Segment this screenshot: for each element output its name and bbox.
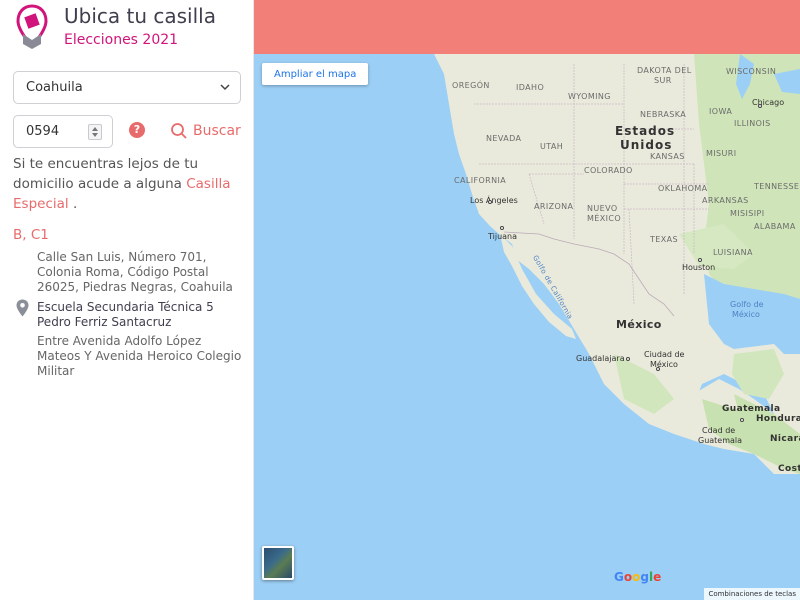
location-pin-icon [16,299,29,317]
city-dot [698,258,702,262]
map-label: TEXAS [650,235,678,244]
app-title: Ubica tu casilla [64,4,216,28]
map-label: México [650,360,678,369]
map-label: MISISIPI [730,209,765,218]
map-label-water: México [732,310,760,319]
map-label: MISURI [706,149,737,158]
map-label-country: Costa [778,464,800,474]
map-label: Houston [682,263,716,272]
city-dot [740,418,744,422]
map-label: Ciudad de [644,350,685,359]
map-label: CALIFORNIA [454,176,507,185]
special-booth-end: . [72,196,78,212]
map-label: Guatemala [698,436,743,445]
ballot-pin-logo [16,4,48,49]
map-label: ALABAMA [754,222,796,231]
google-logo: Google [614,570,661,584]
map-label: ARKANSAS [702,196,749,205]
city-dot [500,226,504,230]
city-dot [488,200,492,204]
map-label: Chicago [752,98,785,107]
map-label: NUEVO [587,204,618,213]
map-label-country: Unidos [620,138,673,152]
section-number-value: 0594 [26,124,60,139]
sidebar: Ubica tu casilla Elecciones 2021 Coahuil… [0,0,254,600]
map-label: Los Ángeles [470,196,518,205]
chevron-down-icon [220,84,230,91]
map-label: NEVADA [486,134,522,143]
google-map[interactable]: Ampliar el mapa OREGÓN IDAHO WYOMING DAK… [254,54,800,600]
map-label-country: México [616,318,662,331]
map-label: Guadalajara [576,354,625,363]
map-land-shapes [434,54,800,474]
search-button[interactable]: Buscar [170,120,241,142]
map-label: LUISIANA [713,248,753,257]
map-label-country: Nicarag [770,434,800,444]
map-label: UTAH [540,142,564,151]
google-logo-letter: g [640,570,649,584]
city-dot [626,357,630,361]
map-label: SUR [654,76,672,85]
google-logo-letter: e [653,570,662,584]
map-label: KANSAS [650,152,685,161]
map-label: Tijuana [488,232,518,241]
map-header-bar [254,0,800,54]
search-icon [171,123,187,139]
map-label: IOWA [709,107,733,116]
map-label: ILLINOIS [734,119,771,128]
state-select[interactable]: Coahuila [13,71,241,104]
map-label: COLORADO [584,166,633,175]
map-label: OKLAHOMA [658,184,708,193]
google-logo-letter: o [623,570,633,584]
city-dot [758,104,762,108]
satellite-toggle[interactable] [262,546,294,580]
map-label-water: Golfo de [730,300,764,309]
map-label: Cdad de [702,426,736,435]
search-button-label: Buscar [193,123,241,139]
booth-type-code: B, C1 [13,227,49,243]
special-booth-notice: Si te encuentras lejos de tu domicilio a… [13,154,243,214]
question-icon[interactable]: ? [129,122,145,138]
state-select-value: Coahuila [26,80,83,95]
city-dot [656,367,660,371]
booth-location-name: Escuela Secundaria Técnica 5 Pedro Ferri… [37,300,214,329]
map-label-country: Estados [615,124,676,138]
booth-cross-streets: Entre Avenida Adolfo López Mateos Y Aven… [37,334,242,378]
enlarge-map-button[interactable]: Ampliar el mapa [262,63,369,85]
map-label: WISCONSIN [726,67,777,76]
app-subtitle: Elecciones 2021 [64,32,179,48]
map-label: OREGÓN [452,81,490,90]
booth-address: Calle San Luis, Número 701, Colonia Roma… [37,250,233,294]
section-number-input[interactable]: 0594 [13,115,113,148]
map-label: NEBRASKA [640,110,687,119]
map-label-country: Guatemala [722,404,781,414]
map-label: DAKOTA DEL [637,66,692,75]
map-label: IDAHO [516,83,545,92]
map-label-country: Honduras [756,414,800,424]
map-label: MÉXICO [587,214,622,223]
keyboard-shortcuts-link[interactable]: Combinaciones de teclas [704,588,800,600]
google-logo-letter: G [614,570,624,584]
number-stepper-icon[interactable] [88,124,102,140]
map-label: TENNESSEE [754,182,800,191]
map-label: WYOMING [568,92,611,101]
map-label: ARIZONA [534,202,574,211]
special-booth-text: Si te encuentras lejos de tu domicilio a… [13,156,199,192]
